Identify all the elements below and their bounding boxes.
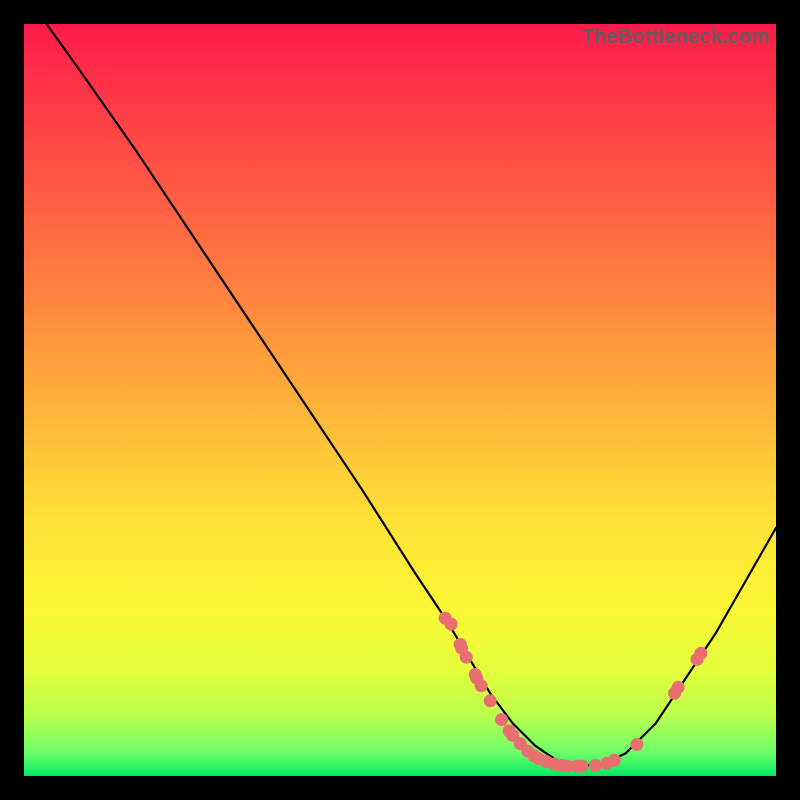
bottleneck-curve: [47, 24, 776, 766]
data-marker: [608, 754, 621, 767]
data-marker: [630, 738, 643, 751]
data-marker: [672, 681, 685, 694]
data-marker: [460, 651, 473, 664]
data-marker: [484, 694, 497, 707]
chart-svg: [24, 24, 776, 776]
marker-group: [439, 612, 708, 773]
watermark-text: TheBottleneck.com: [582, 26, 770, 49]
data-marker: [475, 679, 488, 692]
data-marker: [495, 713, 508, 726]
data-marker: [445, 618, 458, 631]
data-marker: [589, 759, 602, 772]
data-marker: [576, 760, 589, 773]
chart-frame: TheBottleneck.com: [24, 24, 776, 776]
data-marker: [694, 647, 707, 660]
